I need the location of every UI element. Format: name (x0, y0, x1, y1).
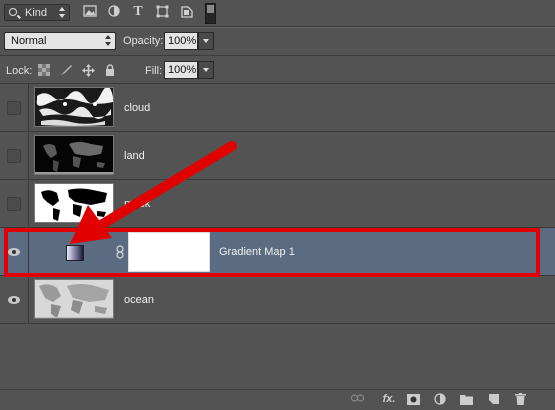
annotation-arrow (70, 141, 237, 244)
link-layers-icon[interactable] (350, 393, 365, 405)
add-mask-icon[interactable] (407, 394, 420, 406)
new-layer-icon[interactable] (487, 393, 500, 405)
delete-icon[interactable] (514, 393, 527, 405)
arrow-shaft (91, 141, 237, 233)
fx-icon[interactable]: fx. (380, 393, 398, 405)
new-group-icon[interactable] (460, 394, 473, 406)
new-adjustment-icon[interactable] (433, 393, 446, 405)
